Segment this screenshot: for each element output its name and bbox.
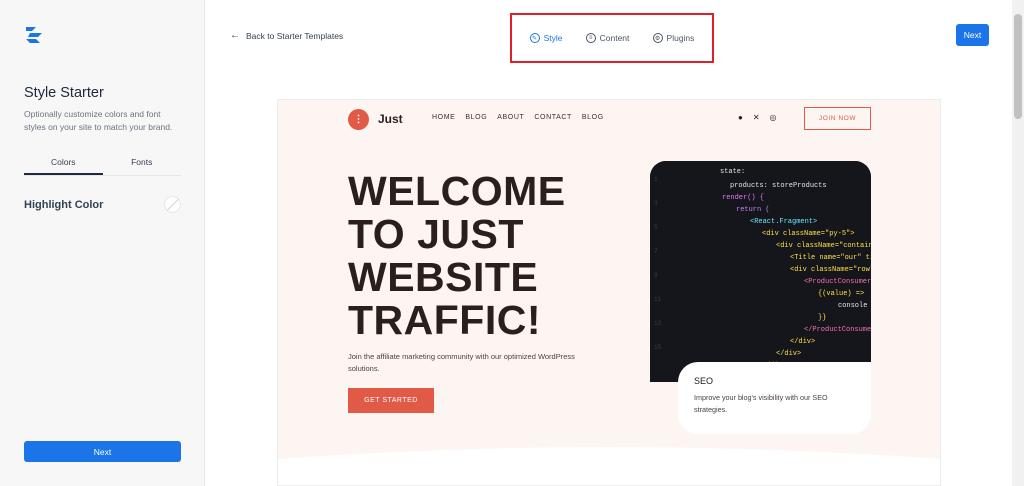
svg-text:15: 15 [654,344,662,351]
x-icon[interactable]: ✕ [753,113,760,122]
back-arrow-icon: ← [230,30,240,41]
preview-social: ● ✕ ◎ [738,113,777,122]
svg-text:9: 9 [654,272,658,279]
svg-text:</div>: </div> [776,350,801,358]
svg-text:<Title name="our" ti: <Title name="our" ti [790,254,871,262]
preview-join-button[interactable]: JOIN NOW [804,107,871,130]
preview-hero-title: WELCOME TO JUST WEBSITE TRAFFIC! [348,168,566,343]
plugins-step-icon: ⚙ [652,33,663,43]
preview-brand: Just [378,112,403,126]
site-preview: ⋮ Just HOME BLOG ABOUT CONTACT BLOG ● ✕ … [277,99,941,486]
svg-text:<div className="row": <div className="row" [790,266,871,274]
svg-text:return (: return ( [736,206,770,214]
style-step-icon: ✎ [529,33,540,43]
highlight-color-label: Highlight Color [24,199,104,211]
svg-text:<div className="py-5">: <div className="py-5"> [762,230,854,238]
svg-text:console: console [838,302,867,310]
highlight-color-swatch[interactable] [164,196,181,213]
facebook-icon[interactable]: ● [738,113,743,122]
svg-text:3: 3 [654,200,658,207]
preview-nav-about[interactable]: ABOUT [497,114,524,121]
scrollbar[interactable] [1012,0,1024,486]
step-navigation: ✎ Style ≡ Content ⚙ Plugins [510,13,714,63]
svg-text:</div>: </div> [790,338,815,346]
sidebar-tabs: Colors Fonts [24,150,181,176]
step-style[interactable]: ✎ Style [529,33,563,43]
step-plugins-label: Plugins [666,33,695,43]
sidebar-next-button[interactable]: Next [24,441,181,462]
scrollbar-thumb[interactable] [1014,14,1022,119]
svg-text:state:: state: [720,168,745,176]
svg-text:}}: }} [818,314,826,322]
instagram-icon[interactable]: ◎ [770,113,777,122]
svg-text:<React.Fragment>: <React.Fragment> [750,218,817,226]
preview-wave-divider [278,447,940,485]
sidebar-description: Optionally customize colors and font sty… [24,109,173,132]
preview-nav-blog-2[interactable]: BLOG [582,114,604,121]
svg-text:</ProductConsume: </ProductConsume [804,326,871,334]
preview-nav: HOME BLOG ABOUT CONTACT BLOG [432,114,604,121]
step-content[interactable]: ≡ Content [585,33,630,43]
svg-text:1: 1 [654,176,658,183]
sidebar: Style Starter Optionally customize color… [0,0,205,486]
back-to-templates-link[interactable]: ← Back to Starter Templates [230,30,343,41]
preview-get-started-button[interactable]: GET STARTED [348,388,434,413]
tab-fonts[interactable]: Fonts [103,150,182,175]
preview-nav-home[interactable]: HOME [432,114,455,121]
preview-seo-title: SEO [694,376,714,386]
svg-text:render() {: render() { [722,194,764,202]
svg-text:7: 7 [654,248,658,255]
svg-text:{(value) =>: {(value) => [818,290,864,298]
preview-hero-description: Join the affiliate marketing community w… [348,352,575,373]
top-next-button[interactable]: Next [956,24,989,46]
preview-logo-icon: ⋮ [348,109,369,130]
preview-seo-description: Improve your blog's visibility with our … [694,393,828,414]
step-style-label: Style [543,33,563,43]
preview-nav-blog[interactable]: BLOG [465,114,487,121]
svg-text:5: 5 [654,224,658,231]
svg-text:<div className="containe: <div className="containe [776,242,871,250]
svg-text:<ProductConsumer: <ProductConsumer [804,278,871,286]
svg-text:products: storeProducts: products: storeProducts [730,182,827,190]
step-content-label: Content [599,33,630,43]
step-plugins[interactable]: ⚙ Plugins [652,33,695,43]
preview-seo-card: SEO Improve your blog's visibility with … [678,362,871,434]
tab-colors[interactable]: Colors [24,150,103,175]
preview-code-image: state: products: storeProducts render() … [650,161,871,382]
starter-templates-logo-icon[interactable] [24,26,44,44]
back-label: Back to Starter Templates [246,30,344,41]
svg-text:11: 11 [654,296,662,303]
sidebar-title: Style Starter [24,85,104,101]
svg-text:13: 13 [654,320,662,327]
content-step-icon: ≡ [585,33,596,43]
preview-nav-contact[interactable]: CONTACT [534,114,572,121]
